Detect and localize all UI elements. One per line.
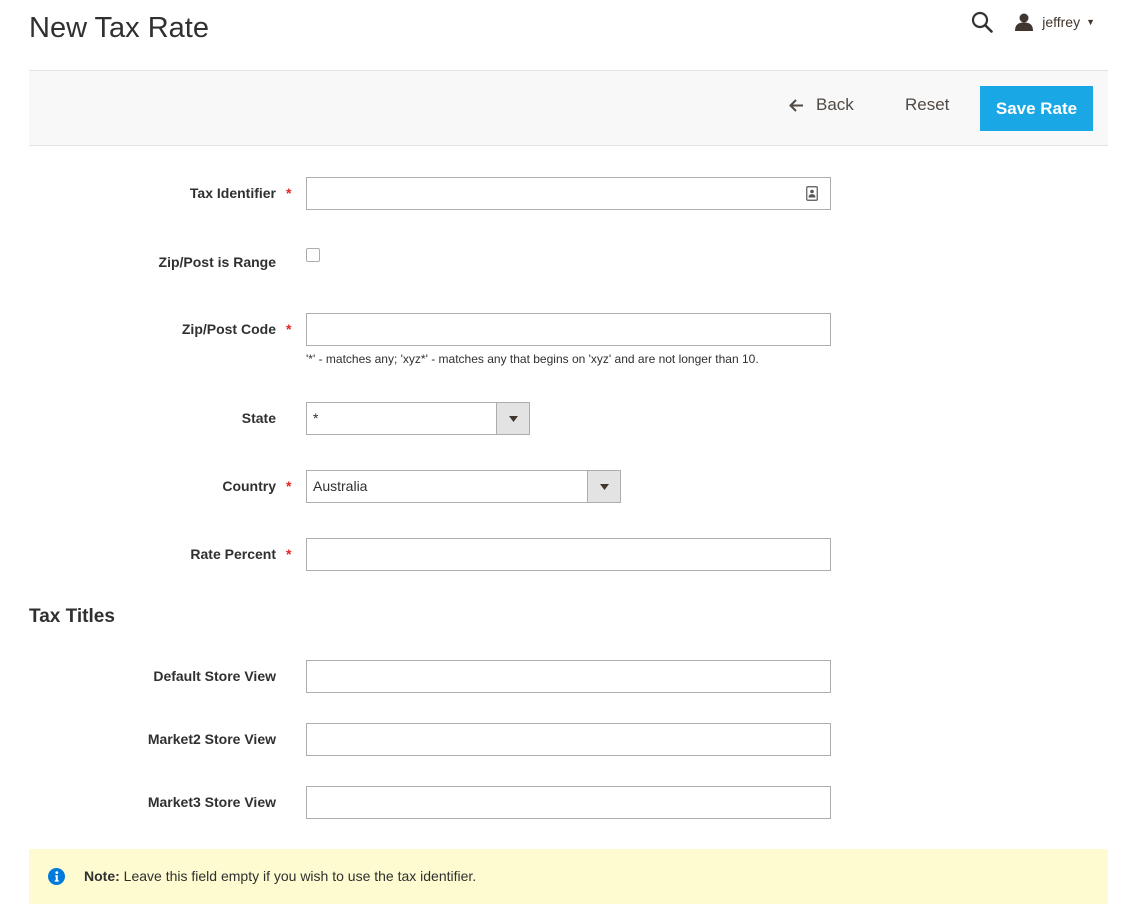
zip-is-range-label: Zip/Post is Range	[158, 254, 276, 270]
required-star: *	[286, 321, 292, 337]
tax-titles-heading: Tax Titles	[29, 606, 115, 627]
rate-percent-input[interactable]	[306, 538, 831, 571]
market3-store-view-input[interactable]	[306, 786, 831, 819]
search-button[interactable]	[968, 8, 996, 36]
zip-code-label: Zip/Post Code	[181, 321, 276, 337]
country-selected-value: Australia	[313, 478, 368, 494]
required-star: *	[286, 546, 292, 562]
zip-code-input[interactable]	[306, 313, 831, 346]
reset-button[interactable]: Reset	[905, 95, 949, 115]
save-rate-button[interactable]: Save Rate	[980, 86, 1093, 131]
state-selected-value: *	[313, 410, 319, 426]
default-store-view-label: Default Store View	[153, 668, 276, 684]
user-menu[interactable]: jeffrey ▼	[1014, 12, 1095, 32]
required-star: *	[286, 478, 292, 494]
chevron-down-icon	[496, 403, 529, 434]
search-icon	[972, 11, 994, 33]
rate-percent-label: Rate Percent	[190, 546, 276, 562]
message-text: Note: Leave this field empty if you wish…	[84, 868, 476, 884]
user-icon	[1014, 12, 1034, 32]
state-select[interactable]: *	[306, 402, 530, 435]
country-label: Country	[222, 478, 276, 494]
chevron-down-icon	[587, 471, 620, 502]
page-title: New Tax Rate	[29, 12, 209, 44]
message-body: Leave this field empty if you wish to us…	[119, 868, 477, 884]
info-icon	[48, 868, 65, 885]
tax-identifier-label: Tax Identifier	[189, 185, 276, 201]
tax-identifier-input[interactable]	[306, 177, 831, 210]
country-select[interactable]: Australia	[306, 470, 621, 503]
zip-is-range-checkbox[interactable]	[306, 248, 320, 262]
message-strong: Note:	[84, 868, 120, 884]
default-store-view-input[interactable]	[306, 660, 831, 693]
header-actions: jeffrey ▼	[968, 8, 1095, 36]
market2-store-view-input[interactable]	[306, 723, 831, 756]
state-label: State	[241, 410, 276, 426]
back-button-label: Back	[816, 95, 854, 114]
required-star: *	[286, 185, 292, 201]
page-actions-toolbar: Back Reset Save Rate	[29, 70, 1108, 146]
username: jeffrey	[1042, 14, 1081, 30]
info-message: Note: Leave this field empty if you wish…	[29, 849, 1108, 904]
zip-code-note: '*' - matches any; 'xyz*' - matches any …	[306, 352, 759, 366]
back-button[interactable]: Back	[789, 95, 854, 115]
contact-card-icon[interactable]	[806, 186, 818, 201]
chevron-down-icon: ▼	[1086, 17, 1095, 27]
arrow-left-icon	[789, 98, 804, 112]
market2-store-view-label: Market2 Store View	[147, 731, 276, 747]
market3-store-view-label: Market3 Store View	[147, 794, 276, 810]
